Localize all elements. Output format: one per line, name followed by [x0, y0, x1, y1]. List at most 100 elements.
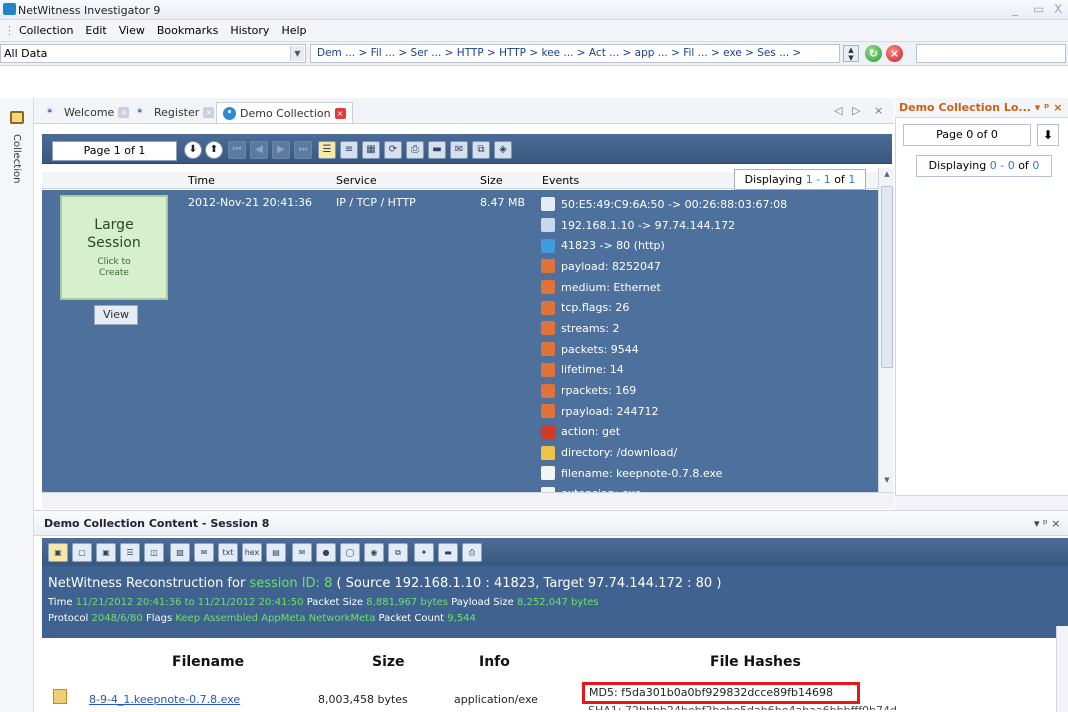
scroll-down-icon[interactable]: ▼ — [881, 476, 893, 488]
event-item[interactable]: streams: 2 — [541, 318, 871, 339]
event-item[interactable]: rpackets: 169 — [541, 380, 871, 401]
event-item[interactable]: 192.168.1.10 -> 97.74.144.172 — [541, 215, 871, 236]
file-link[interactable]: 8-9-4_1.keepnote-0.7.8.exe — [89, 693, 240, 706]
tab-close-icon[interactable]: × — [874, 104, 883, 117]
last-page-icon[interactable]: ⏭ — [294, 141, 312, 159]
list-view-icon[interactable]: ≡ — [340, 141, 358, 159]
email-view-icon[interactable]: ✉ — [292, 543, 312, 562]
upload-icon[interactable]: ⬆ — [205, 141, 223, 159]
session-toolbar: Page 1 of 1 ⬇ ⬆ ⏮ ◀ ▶ ⏭ ☰ ≡ ▦ ⟳ ⎙ ▬ ✉ ⧉ … — [42, 134, 892, 164]
print-icon[interactable]: ⎙ — [462, 543, 482, 562]
tab-welcome[interactable]: ✶ Welcome × — [40, 102, 135, 123]
best-reconstruction-icon[interactable]: ▣ — [48, 543, 68, 562]
event-text: rpayload: 244712 — [561, 404, 659, 418]
go-icon[interactable]: ↻ — [865, 45, 882, 62]
event-item[interactable]: lifetime: 14 — [541, 360, 871, 381]
menu-edit[interactable]: Edit — [85, 24, 106, 37]
menu-view[interactable]: View — [119, 24, 145, 37]
grid-horizontal-scrollbar[interactable] — [42, 492, 894, 509]
refresh-icon[interactable]: ⟳ — [384, 141, 402, 159]
text-view-icon[interactable]: ▣ — [96, 543, 116, 562]
download-icon[interactable]: ⬇ — [1037, 124, 1059, 146]
event-item[interactable]: rpayload: 244712 — [541, 401, 871, 422]
collection-log-title: Demo Collection Lo... ▾ ᵖ × — [895, 98, 1068, 118]
document-view-icon[interactable]: ▤ — [266, 543, 286, 562]
displaying-prefix: Displaying — [744, 173, 806, 186]
collection-strip-label[interactable]: Collection — [11, 134, 22, 183]
image-view-icon[interactable]: ▨ — [170, 543, 190, 562]
event-item[interactable]: payload: 8252047 — [541, 256, 871, 277]
txt-view-icon[interactable]: txt — [218, 543, 238, 562]
event-item[interactable]: 41823 -> 80 (http) — [541, 235, 871, 256]
collection-combo[interactable]: All Data ▼ — [0, 44, 306, 63]
hex-view-icon[interactable]: hex — [242, 543, 262, 562]
event-item[interactable]: packets: 9544 — [541, 339, 871, 360]
maximize-button[interactable]: ▭ — [1033, 2, 1044, 16]
files-view-icon[interactable]: ⧉ — [388, 543, 408, 562]
log-horizontal-scrollbar[interactable] — [895, 495, 1068, 510]
close-icon[interactable]: × — [334, 107, 346, 119]
menu-help[interactable]: Help — [281, 24, 306, 37]
copy-icon[interactable]: ⧉ — [472, 141, 490, 159]
header-file-hashes: File Hashes — [710, 654, 801, 670]
event-item[interactable]: 50:E5:49:C9:6A:50 -> 00:26:88:03:67:08 — [541, 194, 871, 215]
menu-collection[interactable]: Collection — [19, 24, 73, 37]
mail-view-icon[interactable]: ✉ — [194, 543, 214, 562]
event-item[interactable]: tcp.flags: 26 — [541, 297, 871, 318]
filter-icon[interactable]: ◈ — [494, 141, 512, 159]
tab-prev-icon[interactable]: ◁ — [834, 104, 842, 117]
tab-demo-collection[interactable]: • Demo Collection × — [216, 102, 353, 123]
stop-icon[interactable]: × — [886, 45, 903, 62]
split-view-icon[interactable]: ◫ — [144, 543, 164, 562]
view-button[interactable]: View — [94, 305, 138, 325]
next-page-icon[interactable]: ▶ — [272, 141, 290, 159]
prev-page-icon[interactable]: ◀ — [250, 141, 268, 159]
lock-icon[interactable] — [10, 111, 24, 124]
detail-view-icon[interactable]: ☰ — [318, 141, 336, 159]
content-panel-controls[interactable]: ▾ ᵖ × — [1034, 517, 1060, 530]
event-item[interactable]: directory: /download/ — [541, 442, 871, 463]
content-vertical-scrollbar[interactable] — [1056, 626, 1068, 712]
scroll-up-icon[interactable]: ▲ — [881, 170, 893, 182]
event-item[interactable]: filename: keepnote-0.7.8.exe — [541, 463, 871, 484]
column-service[interactable]: Service — [336, 174, 377, 187]
event-item[interactable]: action: get — [541, 422, 871, 443]
meta-icon — [541, 321, 555, 336]
web-view-icon[interactable]: ▢ — [72, 543, 92, 562]
voip-view-icon[interactable]: ● — [316, 543, 336, 562]
download-icon[interactable]: ⬇ — [184, 141, 202, 159]
large-session-card[interactable]: Large Session Click to Create — [60, 195, 168, 300]
menu-bookmarks[interactable]: Bookmarks — [157, 24, 218, 37]
breadcrumb[interactable]: Dem ... > Fil ... > Ser ... > HTTP > HTT… — [310, 44, 840, 63]
recon-session-id[interactable]: session ID: 8 — [249, 576, 332, 591]
send-icon[interactable]: ✉ — [450, 141, 468, 159]
spinner-icon[interactable]: ▲ ▼ — [843, 45, 859, 62]
tab-next-icon[interactable]: ▷ — [852, 104, 860, 117]
close-icon[interactable]: × — [118, 107, 130, 118]
minimize-button[interactable]: _ — [1012, 2, 1018, 16]
tab-register[interactable]: ✶ Register × — [130, 102, 220, 123]
scroll-thumb[interactable] — [881, 186, 893, 368]
grid-view-icon[interactable]: ▦ — [362, 141, 380, 159]
event-item[interactable]: medium: Ethernet — [541, 277, 871, 298]
im-view-icon[interactable]: ◉ — [364, 543, 384, 562]
chat-view-icon[interactable]: ◯ — [340, 543, 360, 562]
grid-vertical-scrollbar[interactable]: ▲ ▼ — [878, 168, 894, 492]
protocol-value: 2048/6/80 — [91, 613, 143, 624]
tools-icon[interactable]: ✦ — [414, 543, 434, 562]
menu-history[interactable]: History — [230, 24, 269, 37]
app-icon — [3, 3, 16, 15]
save-icon[interactable]: ▬ — [428, 141, 446, 159]
save-icon[interactable]: ▬ — [438, 543, 458, 562]
close-button[interactable]: X — [1054, 2, 1062, 16]
column-size[interactable]: Size — [480, 174, 503, 187]
print-icon[interactable]: ⎙ — [406, 141, 424, 159]
search-input[interactable] — [916, 44, 1066, 63]
chevron-down-icon[interactable]: ▼ — [290, 46, 304, 61]
file-icon — [541, 466, 555, 481]
column-events[interactable]: Events — [542, 174, 579, 187]
close-icon[interactable]: × — [203, 107, 215, 118]
first-page-icon[interactable]: ⏮ — [228, 141, 246, 159]
packet-view-icon[interactable]: ☰ — [120, 543, 140, 562]
column-time[interactable]: Time — [188, 174, 215, 187]
